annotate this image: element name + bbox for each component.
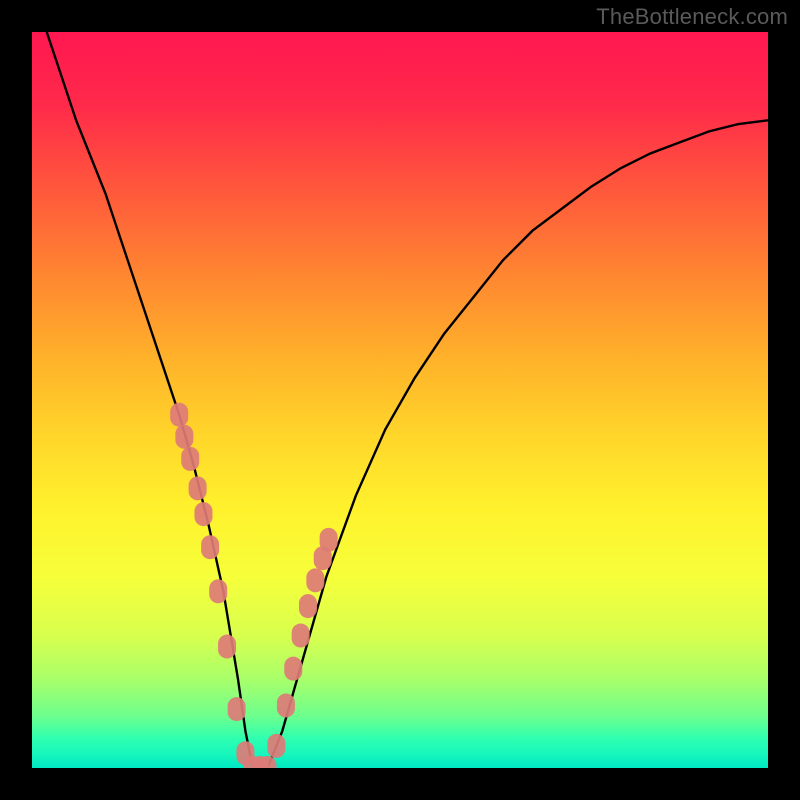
highlight-dot: [170, 403, 188, 427]
highlight-dots-group: [170, 403, 337, 768]
highlight-dot: [218, 635, 236, 659]
highlight-dot: [267, 734, 285, 758]
chart-frame: TheBottleneck.com: [0, 0, 800, 800]
highlight-dot: [194, 502, 212, 526]
highlight-dot: [201, 535, 219, 559]
highlight-dot: [292, 624, 310, 648]
highlight-dot: [320, 528, 338, 552]
highlight-dot: [181, 447, 199, 471]
highlight-dot: [277, 693, 295, 717]
bottleneck-curve: [47, 32, 768, 768]
highlight-dot: [175, 425, 193, 449]
plot-area: [32, 32, 768, 768]
highlight-dot: [189, 476, 207, 500]
highlight-dot: [306, 568, 324, 592]
highlight-dot: [228, 697, 246, 721]
chart-svg: [32, 32, 768, 768]
watermark-text: TheBottleneck.com: [596, 4, 788, 30]
highlight-dot: [299, 594, 317, 618]
highlight-dot: [209, 579, 227, 603]
highlight-dot: [284, 657, 302, 681]
